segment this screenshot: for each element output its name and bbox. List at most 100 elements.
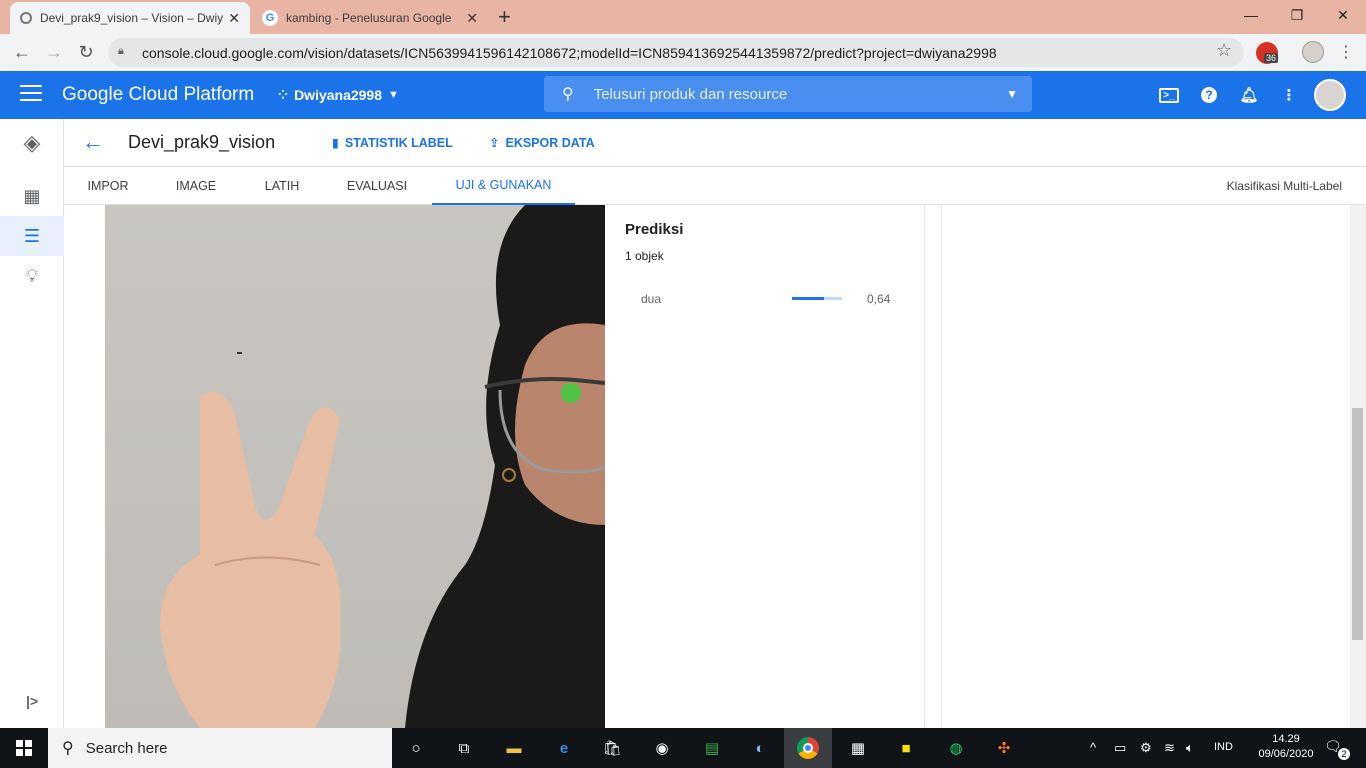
gcp-header: Google Cloud Platform ⁘ Dwiyana2998 ▼ ⚲ … [0,71,1366,119]
project-selector[interactable]: ⁘ Dwiyana2998 ▼ [278,87,399,103]
cortana-icon[interactable]: ○ [402,734,430,762]
tab-test-use[interactable]: UJI & GUNAKAN [432,167,575,205]
search-icon: ⚲ [62,740,74,757]
cloud-shell-icon[interactable]: >_ [1158,84,1180,106]
prediction-score-fill [792,297,824,300]
label-stats-label: STATISTIK LABEL [344,135,453,150]
battery-icon[interactable]: ▭ [1114,740,1126,756]
search-input[interactable] [593,85,974,103]
datasets-list-icon[interactable]: ☰ [0,216,64,256]
network-sync-icon[interactable]: ⚙︎ [1140,740,1152,756]
export-data-button[interactable]: ⇪ EKSPOR DATA [489,135,595,151]
project-dots-icon: ⁘ [278,88,289,102]
upload-icon: ⇪ [489,136,500,150]
calculator-icon[interactable]: ▦ [844,734,872,762]
minimize-icon[interactable]: — [1228,0,1274,30]
lightbulb-icon[interactable]: 💡︎ [0,256,64,296]
windows-taskbar: ⚲ Search here ○ ⧉ ▬ e 🛍︎ ◉ ▤ ◐ ▦ ■ ◍ ✣ ^… [0,728,1366,768]
left-nav-rail: ◈ ▦ ☰ 💡︎ |> [0,119,64,728]
new-tab-button[interactable]: + [498,4,511,30]
export-data-label: EKSPOR DATA [505,135,595,150]
help-icon[interactable]: ? [1198,84,1220,106]
close-tab-icon[interactable]: ✕ [466,10,478,27]
notification-count: 2 [1338,748,1350,760]
sticky-notes-icon[interactable]: ■ [892,734,920,762]
notifications-bell-icon[interactable]: 🔔︎ [1238,84,1260,106]
url-text: console.cloud.google.com/vision/datasets… [142,44,997,61]
extension-badge: 36 [1264,53,1279,63]
detail-panel [941,205,1350,728]
system-clock[interactable]: 14.29 09/06/2020 [1258,732,1314,762]
label-stats-button[interactable]: ▮ STATISTIK LABEL [332,135,453,151]
task-view-icon[interactable]: ⧉ [450,734,478,762]
notes-app-icon[interactable]: ▤ [698,734,726,762]
taskbar-search[interactable]: ⚲ Search here [48,728,392,768]
windows-start-icon[interactable] [0,728,48,768]
project-name: Dwiyana2998 [294,87,383,103]
forward-arrow-icon[interactable]: → [38,34,70,71]
page-title: Devi_prak9_vision [128,132,276,152]
store-icon[interactable]: 🛍︎ [598,734,626,762]
browser-tab-title: Devi_prak9_vision – Vision – Dwiy [39,11,224,25]
search-box[interactable]: ⚲ ▼ [544,76,1032,112]
lock-icon[interactable]: 🔒︎ [118,45,130,59]
page-header: ← Devi_prak9_vision ▮ STATISTIK LABEL ⇪ … [64,119,1366,167]
expand-nav-icon[interactable]: |> [0,681,64,721]
gcp-title[interactable]: Google Cloud Platform [62,84,254,106]
profile-avatar[interactable] [1302,41,1324,63]
file-explorer-icon[interactable]: ▬ [500,734,528,762]
browser-tab-title: kambing - Penelusuran Google [286,11,452,25]
vision-product-icon[interactable]: ◈ [0,123,64,163]
prediction-heading: Prediksi [625,221,684,238]
prediction-score: 0,64 [867,292,891,306]
viewer-app-icon[interactable]: ◐ [746,734,774,762]
photo-illustration [160,205,605,728]
browser-tab-strip: Devi_prak9_vision – Vision – Dwiy ✕ G ka… [0,0,1366,34]
user-avatar[interactable] [1314,79,1346,111]
browser-menu-icon[interactable]: ⋮ [1338,42,1354,62]
url-bar[interactable]: console.cloud.google.com/vision/datasets… [108,38,1244,67]
uploaded-test-image [105,205,605,728]
tab-images[interactable]: IMAGE [152,167,240,205]
restore-icon[interactable]: ❐ [1274,0,1320,30]
clock-date: 09/06/2020 [1258,748,1314,760]
taskbar-search-placeholder: Search here [85,739,168,757]
back-arrow-icon[interactable]: ← [6,34,38,71]
tab-train[interactable]: LATIH [240,167,324,205]
bar-chart-icon: ▮ [332,136,339,150]
dashboard-icon[interactable]: ▦ [0,176,64,216]
prediction-score-bar [792,297,842,300]
chrome-icon[interactable] [794,734,822,762]
whatsapp-icon[interactable]: ◍ [942,734,970,762]
more-vert-icon[interactable]: ⋮ [1278,84,1300,106]
prediction-label: dua [641,292,662,306]
browser-tab[interactable]: G kambing - Penelusuran Google ✕ [252,2,488,34]
edge-icon[interactable]: e [550,734,578,762]
prediction-panel: Prediksi 1 objek dua 0,64 [605,205,925,728]
media-app-icon[interactable]: ◉ [648,734,676,762]
google-favicon-icon: G [262,10,278,26]
prediction-count: 1 objek [625,249,664,263]
back-arrow-icon[interactable]: ← [82,129,104,155]
reload-icon[interactable]: ↻ [70,34,102,71]
search-dropdown-icon[interactable]: ▼ [1006,87,1018,101]
classification-type-label: Klasifikasi Multi-Label [1226,179,1342,193]
show-hidden-icons-icon[interactable]: ^ [1090,740,1096,755]
hamburger-menu-icon[interactable] [20,85,42,105]
wifi-icon[interactable]: ≋ [1164,740,1175,756]
volume-icon[interactable]: 🔈︎ [1186,740,1194,756]
address-bar-row: ← → ↻ console.cloud.google.com/vision/da… [0,34,1366,71]
input-language[interactable]: IND [1214,741,1233,753]
scrollbar-thumb[interactable] [1352,408,1363,640]
gcp-favicon-icon [20,12,32,24]
clock-time: 14.29 [1272,733,1300,745]
browser-tab-active[interactable]: Devi_prak9_vision – Vision – Dwiy ✕ [10,2,250,34]
close-window-icon[interactable]: ✕ [1320,0,1366,30]
xampp-icon[interactable]: ✣ [990,734,1018,762]
tab-import[interactable]: IMPOR [64,167,152,205]
chevron-down-icon: ▼ [388,89,399,101]
close-tab-icon[interactable]: ✕ [228,10,240,27]
search-icon: ⚲ [562,86,574,103]
bookmark-star-icon[interactable]: ☆ [1216,40,1232,61]
tab-evaluate[interactable]: EVALUASI [324,167,430,205]
